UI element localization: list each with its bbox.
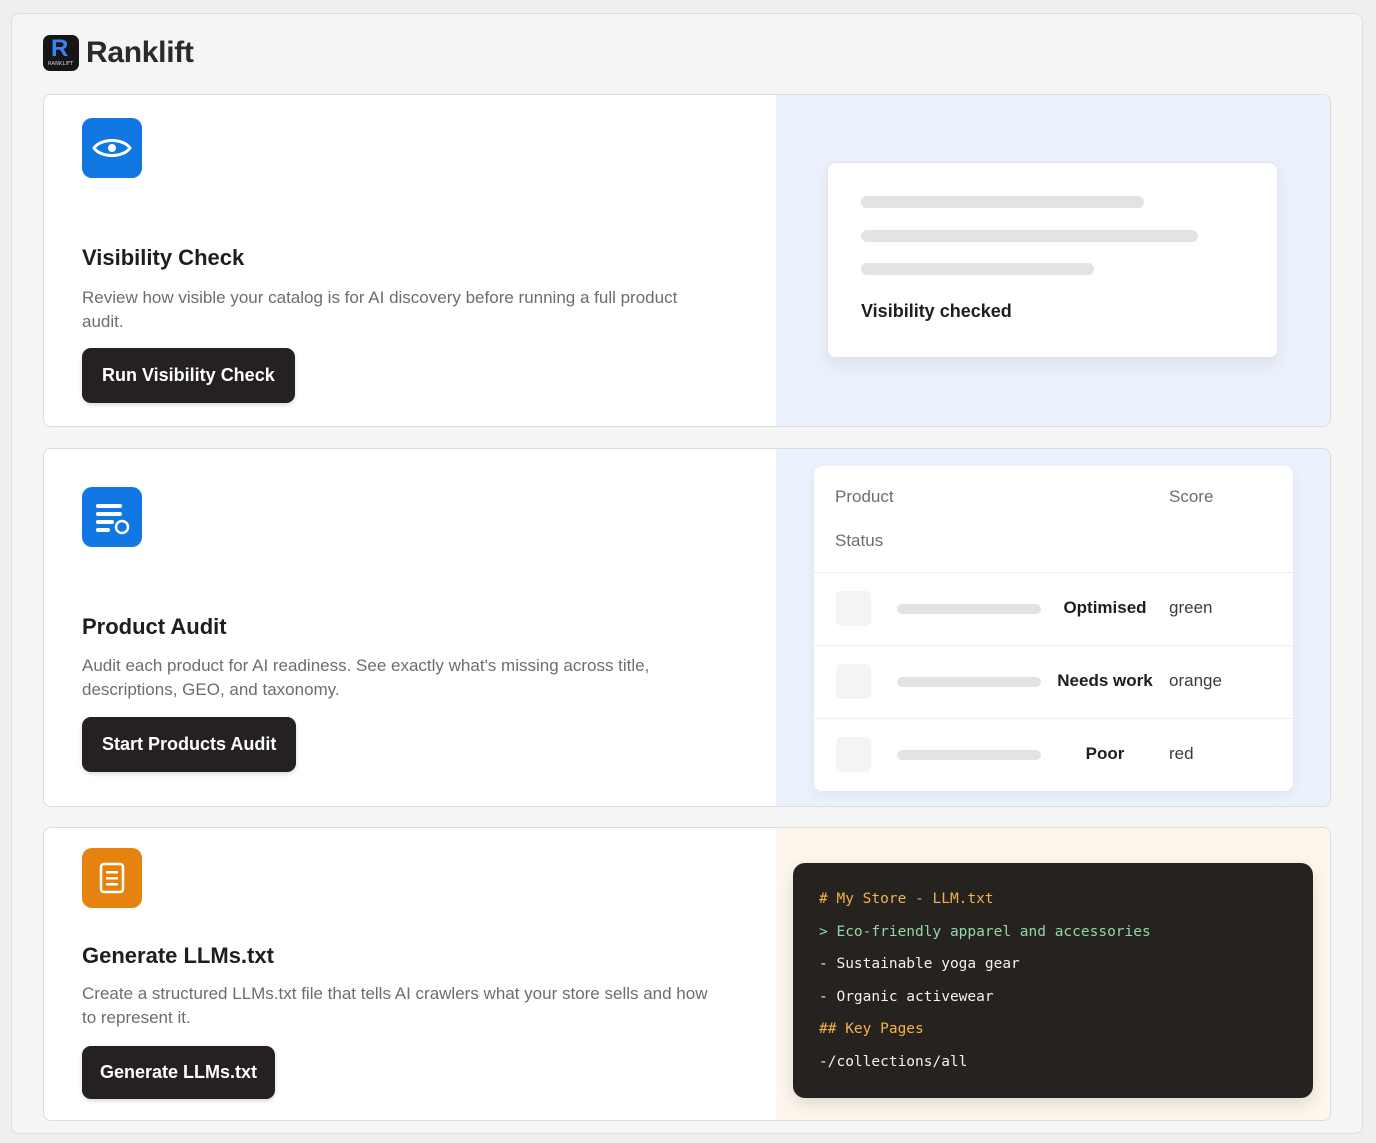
product-name-placeholder [897, 604, 1041, 614]
code-preview: # My Store - LLM.txt > Eco-friendly appa… [793, 863, 1313, 1098]
column-header-status: Status [835, 531, 884, 550]
row-divider [814, 718, 1293, 719]
score-label: green [1169, 598, 1213, 617]
column-header-product: Product [835, 487, 894, 506]
visibility-preview-panel: Visibility checked [827, 162, 1278, 358]
status-label: Optimised [1063, 598, 1147, 617]
table-row: Poor red [814, 718, 1293, 791]
product-audit-description: Audit each product for AI readiness. See… [82, 656, 650, 699]
code-line: # My Store - LLM.txt [819, 891, 994, 907]
product-thumbnail [836, 664, 871, 699]
code-line: ## Key Pages [819, 1021, 924, 1037]
brand-name: Ranklift [86, 36, 194, 69]
row-divider [814, 645, 1293, 646]
status-label: Poor [1085, 744, 1125, 763]
run-visibility-check-button[interactable]: Run Visibility Check [82, 348, 295, 403]
generate-llms-button[interactable]: Generate LLMs.txt [82, 1046, 276, 1099]
skeleton-line [861, 196, 1144, 208]
code-line: - Sustainable yoga gear [819, 956, 1020, 972]
score-label: orange [1169, 671, 1222, 690]
generate-llms-title: Generate LLMs.txt [82, 943, 274, 968]
llms-preview-area: # My Store - LLM.txt > Eco-friendly appa… [776, 828, 1330, 1120]
document-icon [82, 848, 142, 908]
visibility-check-title: Visibility Check [82, 245, 245, 270]
visibility-preview-area: Visibility checked [776, 95, 1330, 426]
visibility-check-description: Review how visible your catalog is for A… [82, 288, 678, 331]
audit-preview-area: Product Score Status Optimised green Nee… [776, 449, 1330, 806]
code-line: -/collections/all [819, 1053, 968, 1070]
product-name-placeholder [897, 677, 1041, 687]
generate-llms-description: Create a structured LLMs.txt file that t… [82, 984, 708, 1027]
column-header-score: Score [1169, 487, 1214, 506]
list-check-icon [82, 487, 142, 547]
logo-subtext: RANKLIFT [48, 61, 74, 67]
product-thumbnail [836, 591, 871, 626]
table-row: Optimised green [814, 572, 1293, 645]
ranklift-logo: R RANKLIFT [43, 35, 79, 71]
product-name-placeholder [897, 750, 1041, 760]
status-label: Needs work [1057, 671, 1153, 690]
brand-header: R RANKLIFT Ranklift [43, 35, 194, 71]
row-divider [814, 572, 1293, 573]
logo-letter: R [51, 35, 69, 62]
code-line: - Organic activewear [819, 988, 994, 1005]
product-audit-title: Product Audit [82, 614, 227, 639]
eye-icon [82, 118, 142, 178]
score-label: red [1169, 744, 1194, 763]
skeleton-line [861, 263, 1094, 275]
table-row: Needs work orange [814, 645, 1293, 718]
generate-llms-card: Generate LLMs.txt Create a structured LL… [43, 827, 1331, 1121]
product-thumbnail [836, 737, 871, 772]
start-products-audit-button[interactable]: Start Products Audit [82, 717, 297, 772]
audit-table: Product Score Status Optimised green Nee… [814, 466, 1293, 791]
visibility-check-card: Visibility Check Review how visible your… [43, 94, 1331, 427]
skeleton-line [861, 230, 1198, 242]
visibility-status-text: Visibility checked [861, 301, 1012, 321]
code-line: > Eco-friendly apparel and accessories [819, 923, 1151, 940]
product-audit-card: Product Audit Audit each product for AI … [43, 448, 1331, 807]
